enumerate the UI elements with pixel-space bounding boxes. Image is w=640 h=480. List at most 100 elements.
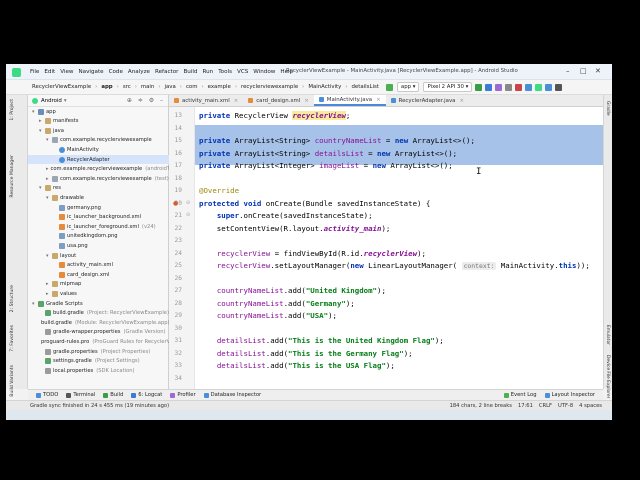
close-tab-icon[interactable]: × bbox=[459, 98, 464, 104]
right-tool-tab[interactable]: Gradle bbox=[605, 101, 610, 116]
tree-node[interactable]: activity_main.xml bbox=[28, 261, 169, 270]
tree-node[interactable]: ▸ mipmap bbox=[28, 280, 169, 289]
breadcrumb-item[interactable]: java bbox=[162, 83, 177, 91]
editor-tab[interactable]: activity_main.xml × bbox=[169, 95, 243, 106]
menu-navigate[interactable]: Navigate bbox=[79, 69, 104, 75]
menu-tools[interactable]: Tools bbox=[218, 69, 232, 75]
run-config-select[interactable]: app ▾ bbox=[396, 82, 420, 92]
project-panel-actions[interactable]: ⊕ ≑ ⚙ – bbox=[127, 97, 165, 104]
breadcrumb-item[interactable]: detailsList bbox=[350, 83, 381, 91]
line-separator[interactable]: CRLF bbox=[539, 403, 552, 409]
run-icon[interactable] bbox=[475, 83, 483, 91]
menu-build[interactable]: Build bbox=[183, 69, 197, 75]
tree-node[interactable]: gradle.properties (Project Properties) bbox=[28, 347, 169, 356]
left-tool-tab[interactable]: Resource Manager bbox=[10, 155, 15, 198]
left-tool-tab[interactable]: 7: Favorites bbox=[10, 325, 15, 352]
tree-node[interactable]: ▾ app bbox=[28, 107, 169, 116]
menu-run[interactable]: Run bbox=[202, 69, 213, 75]
breadcrumb-item[interactable]: RecyclerViewExample bbox=[30, 83, 93, 91]
chevron-down-icon[interactable]: ▾ bbox=[64, 98, 67, 104]
bottom-tool-tab[interactable]: Build bbox=[103, 392, 123, 398]
bottom-tool-tab[interactable]: Database Inspector bbox=[203, 392, 261, 398]
tree-node[interactable]: build.gradle (Module: RecyclerViewExample… bbox=[28, 318, 170, 327]
menu-vcs[interactable]: VCS bbox=[237, 69, 248, 75]
tree-node[interactable]: build.gradle (Project: RecyclerViewExampl… bbox=[28, 309, 169, 318]
editor-tab[interactable]: card_design.xml × bbox=[243, 95, 314, 106]
chevron-right-icon[interactable]: ▸ bbox=[46, 166, 49, 172]
tree-node[interactable]: ic_launcher_background.xml bbox=[28, 213, 169, 222]
tree-node[interactable]: gradle-wrapper.properties (Gradle Version… bbox=[28, 328, 169, 337]
search-icon[interactable] bbox=[555, 83, 563, 91]
editor-tab[interactable]: RecyclerAdapter.java × bbox=[386, 95, 469, 106]
bottom-tool-tab[interactable]: Terminal bbox=[66, 392, 95, 398]
close-tab-icon[interactable]: × bbox=[376, 97, 381, 103]
minimize-icon[interactable]: – bbox=[566, 67, 570, 75]
breadcrumb-item[interactable]: app bbox=[99, 83, 114, 91]
project-view-mode-select[interactable]: Android bbox=[41, 98, 62, 104]
breadcrumb-item[interactable]: com bbox=[184, 83, 200, 91]
stop-icon[interactable] bbox=[515, 83, 523, 91]
tree-node[interactable]: germany.png bbox=[28, 203, 169, 212]
bottom-right-tool-tab[interactable]: Event Log bbox=[503, 392, 537, 398]
breadcrumb-item[interactable]: example bbox=[206, 83, 233, 91]
menu-file[interactable]: File bbox=[30, 69, 39, 75]
tree-node[interactable]: RecyclerAdapter bbox=[28, 155, 169, 165]
code-area[interactable]: private RecyclerView recyclerView; privat… bbox=[195, 107, 603, 389]
tree-node[interactable]: settings.gradle (Project Settings) bbox=[28, 357, 169, 366]
tree-node[interactable]: ▾ drawable bbox=[28, 193, 169, 202]
tree-node[interactable]: usa.png bbox=[28, 241, 169, 250]
tree-node[interactable]: ▸ values bbox=[28, 289, 169, 298]
device-select[interactable]: Pixel 2 API 30 ▾ bbox=[423, 82, 473, 92]
menu-code[interactable]: Code bbox=[109, 69, 123, 75]
caret-position[interactable]: 17:61 bbox=[518, 403, 533, 409]
tree-node[interactable]: unitedkingdom.png bbox=[28, 232, 169, 241]
tree-node[interactable]: ▾ com.example.recyclerviewexample bbox=[28, 136, 169, 145]
indent-setting[interactable]: 4 spaces bbox=[579, 403, 602, 409]
override-marker-icon[interactable]: ● bbox=[173, 200, 178, 207]
breadcrumb-item[interactable]: src bbox=[121, 83, 133, 91]
left-tool-tab[interactable]: 1: Project bbox=[10, 99, 15, 121]
right-tool-tab[interactable]: Emulator bbox=[605, 325, 610, 345]
profile-icon[interactable] bbox=[495, 83, 503, 91]
bottom-tool-tab[interactable]: 6: Logcat bbox=[131, 392, 162, 398]
menu-view[interactable]: View bbox=[60, 69, 73, 75]
maximize-icon[interactable]: □ bbox=[580, 67, 587, 75]
bottom-tool-tab[interactable]: Profiler bbox=[170, 392, 196, 398]
tree-node[interactable]: ▾ Gradle Scripts bbox=[28, 299, 169, 308]
status-message[interactable]: Gradle sync finished in 24 s 455 ms (19 … bbox=[30, 403, 169, 409]
bottom-right-tool-tab[interactable]: Layout Inspector bbox=[544, 392, 595, 398]
menu-analyze[interactable]: Analyze bbox=[128, 69, 150, 75]
sdk-manager-icon[interactable] bbox=[545, 83, 553, 91]
tree-node[interactable]: ▸ com.example.recyclerviewexample (android… bbox=[28, 165, 179, 174]
sync-icon[interactable] bbox=[525, 83, 533, 91]
tree-node[interactable]: MainActivity bbox=[28, 145, 169, 154]
tree-node[interactable]: card_design.xml bbox=[28, 270, 169, 279]
close-tab-icon[interactable]: × bbox=[234, 98, 239, 104]
bottom-tool-tab[interactable]: TODO bbox=[36, 392, 58, 398]
breadcrumb-item[interactable]: MainActivity bbox=[306, 83, 343, 91]
debug-icon[interactable] bbox=[485, 83, 493, 91]
close-icon[interactable]: ✕ bbox=[595, 67, 601, 75]
tree-node[interactable]: ▾ layout bbox=[28, 251, 169, 260]
menu-window[interactable]: Window bbox=[253, 69, 275, 75]
fold-icon[interactable]: ⊖ bbox=[186, 212, 190, 218]
attach-icon[interactable] bbox=[505, 83, 513, 91]
tree-node[interactable]: ic_launcher_foreground.xml (v24) bbox=[28, 222, 169, 231]
menu-refactor[interactable]: Refactor bbox=[155, 69, 178, 75]
right-tool-tab[interactable]: Device File Explorer bbox=[605, 355, 610, 398]
fold-icon[interactable]: ⊖ bbox=[186, 200, 190, 206]
file-encoding[interactable]: UTF-8 bbox=[558, 403, 573, 409]
tree-node[interactable]: local.properties (SDK Location) bbox=[28, 366, 169, 375]
tree-node[interactable]: proguard-rules.pro (ProGuard Rules for Re… bbox=[28, 337, 170, 346]
menu-edit[interactable]: Edit bbox=[44, 69, 55, 75]
build-hammer-icon[interactable] bbox=[385, 83, 393, 91]
tree-node[interactable]: ▾ java bbox=[28, 126, 169, 135]
avd-manager-icon[interactable] bbox=[535, 83, 543, 91]
close-tab-icon[interactable]: × bbox=[304, 98, 309, 104]
editor-tab[interactable]: MainActivity.java × bbox=[313, 95, 386, 106]
tree-node[interactable]: ▾ res bbox=[28, 184, 169, 193]
tree-node[interactable]: ▸ manifests bbox=[28, 117, 169, 126]
breadcrumb-item[interactable]: main bbox=[139, 83, 156, 91]
left-tool-tab[interactable]: Build Variants bbox=[10, 365, 15, 397]
tree-node[interactable]: ▸ com.example.recyclerviewexample (test) bbox=[28, 174, 169, 183]
